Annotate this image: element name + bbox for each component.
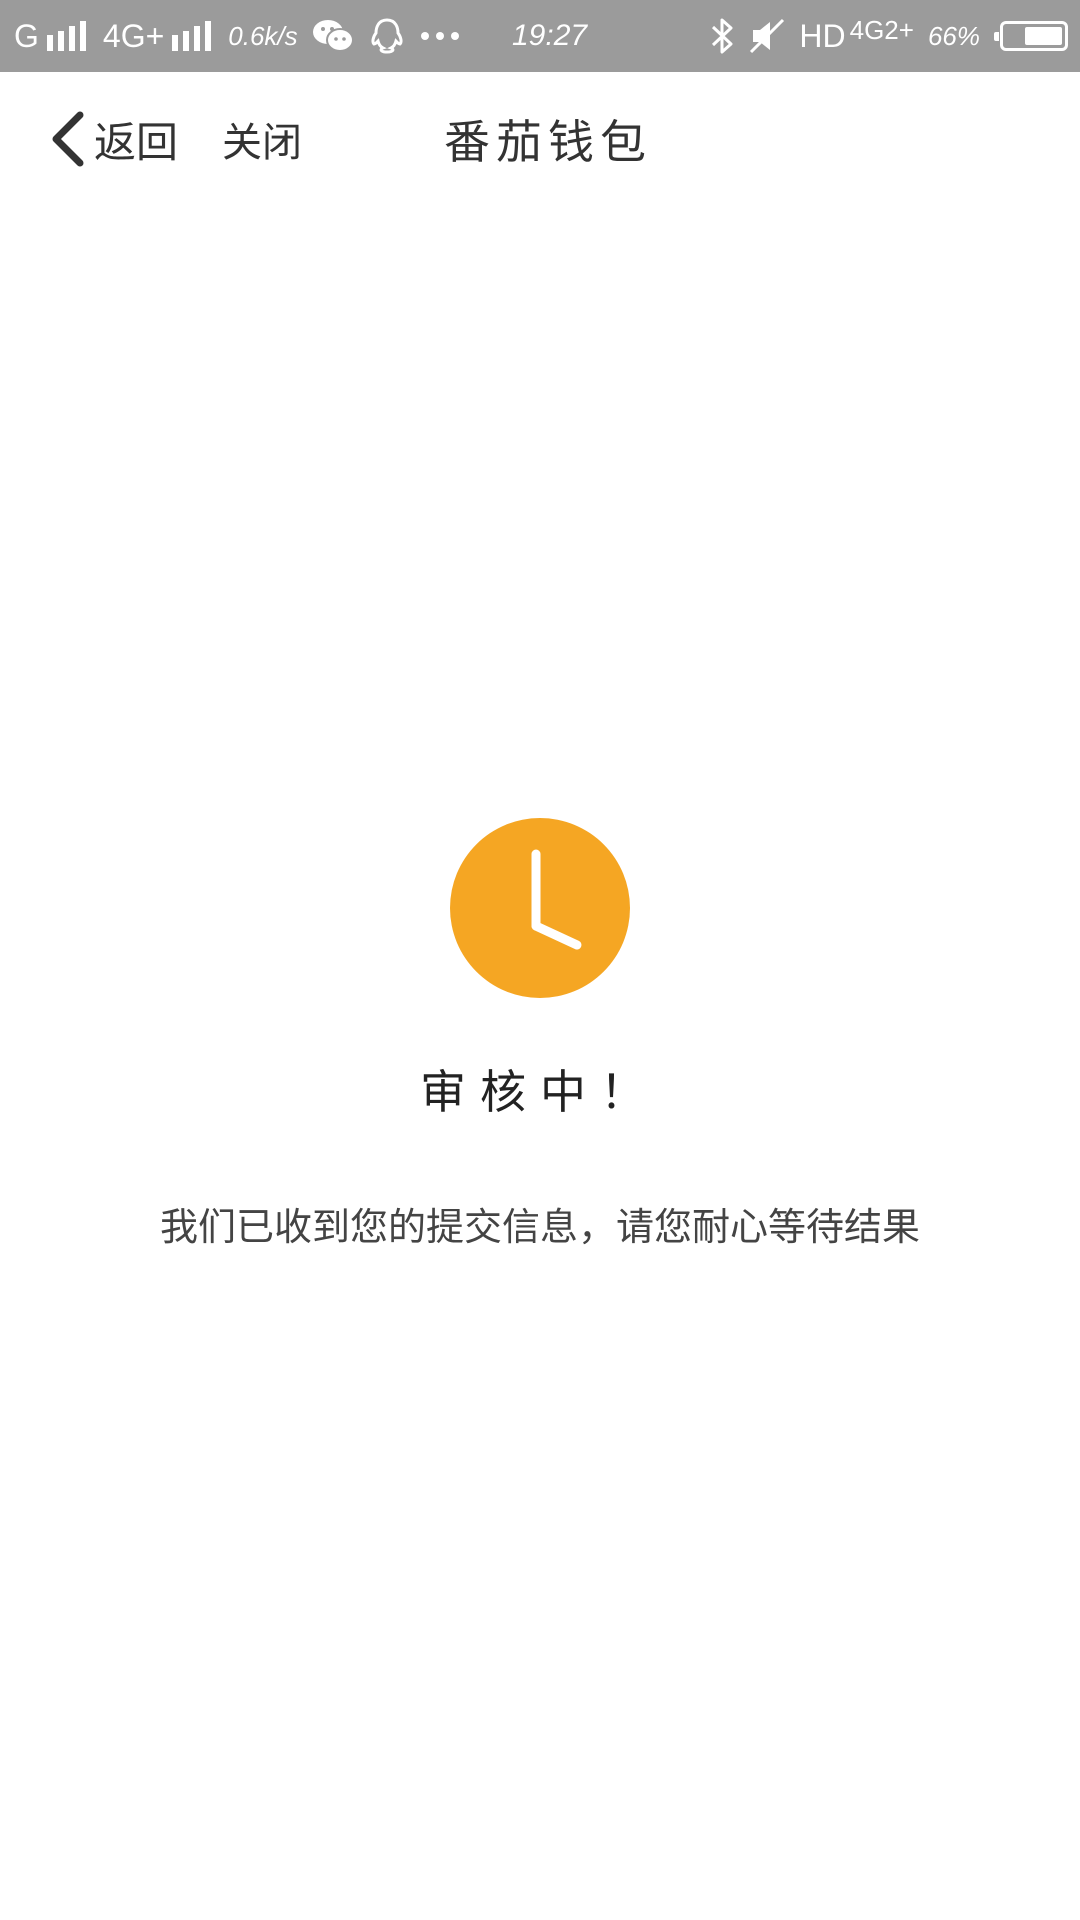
qq-icon: [368, 17, 406, 55]
bluetooth-icon: [709, 17, 735, 55]
back-label: 返回: [94, 117, 179, 167]
clock-icon: [450, 818, 630, 998]
wechat-icon: [312, 18, 354, 54]
page-title: 番茄钱包: [444, 115, 652, 169]
status-bar-right: HD 4G2+ 66%: [709, 0, 1068, 72]
battery-percent-label: 66%: [927, 20, 980, 51]
more-icon: [420, 31, 460, 41]
close-button[interactable]: 关闭: [222, 104, 302, 174]
net-speed-label: 0.6k/s: [228, 20, 298, 51]
battery-icon: [994, 21, 1068, 51]
status-time: 19:27: [512, 19, 588, 52]
status-message: 我们已收到您的提交信息，请您耐心等待结果: [159, 1205, 920, 1249]
carrier-2-label: 4G+: [102, 18, 165, 54]
mute-icon: [749, 18, 785, 54]
carrier-1-label: G: [14, 18, 39, 54]
signal-icon: [172, 21, 214, 51]
back-button[interactable]: 返回: [50, 104, 178, 174]
status-bar: G 4G+ 0.6k/s 19:27 HD 4G2+ 66%: [0, 0, 1080, 72]
network-right-label: 4G2+: [849, 15, 914, 45]
battery-fill: [1025, 27, 1062, 45]
navigation-bar: 返回 关闭 番茄钱包: [0, 72, 1080, 204]
hd-label: HD: [799, 18, 846, 54]
chevron-left-icon: [50, 111, 84, 167]
signal-icon: [46, 21, 89, 51]
status-title: 审核中！: [420, 1065, 660, 1119]
status-bar-left: G 4G+ 0.6k/s: [14, 0, 460, 72]
